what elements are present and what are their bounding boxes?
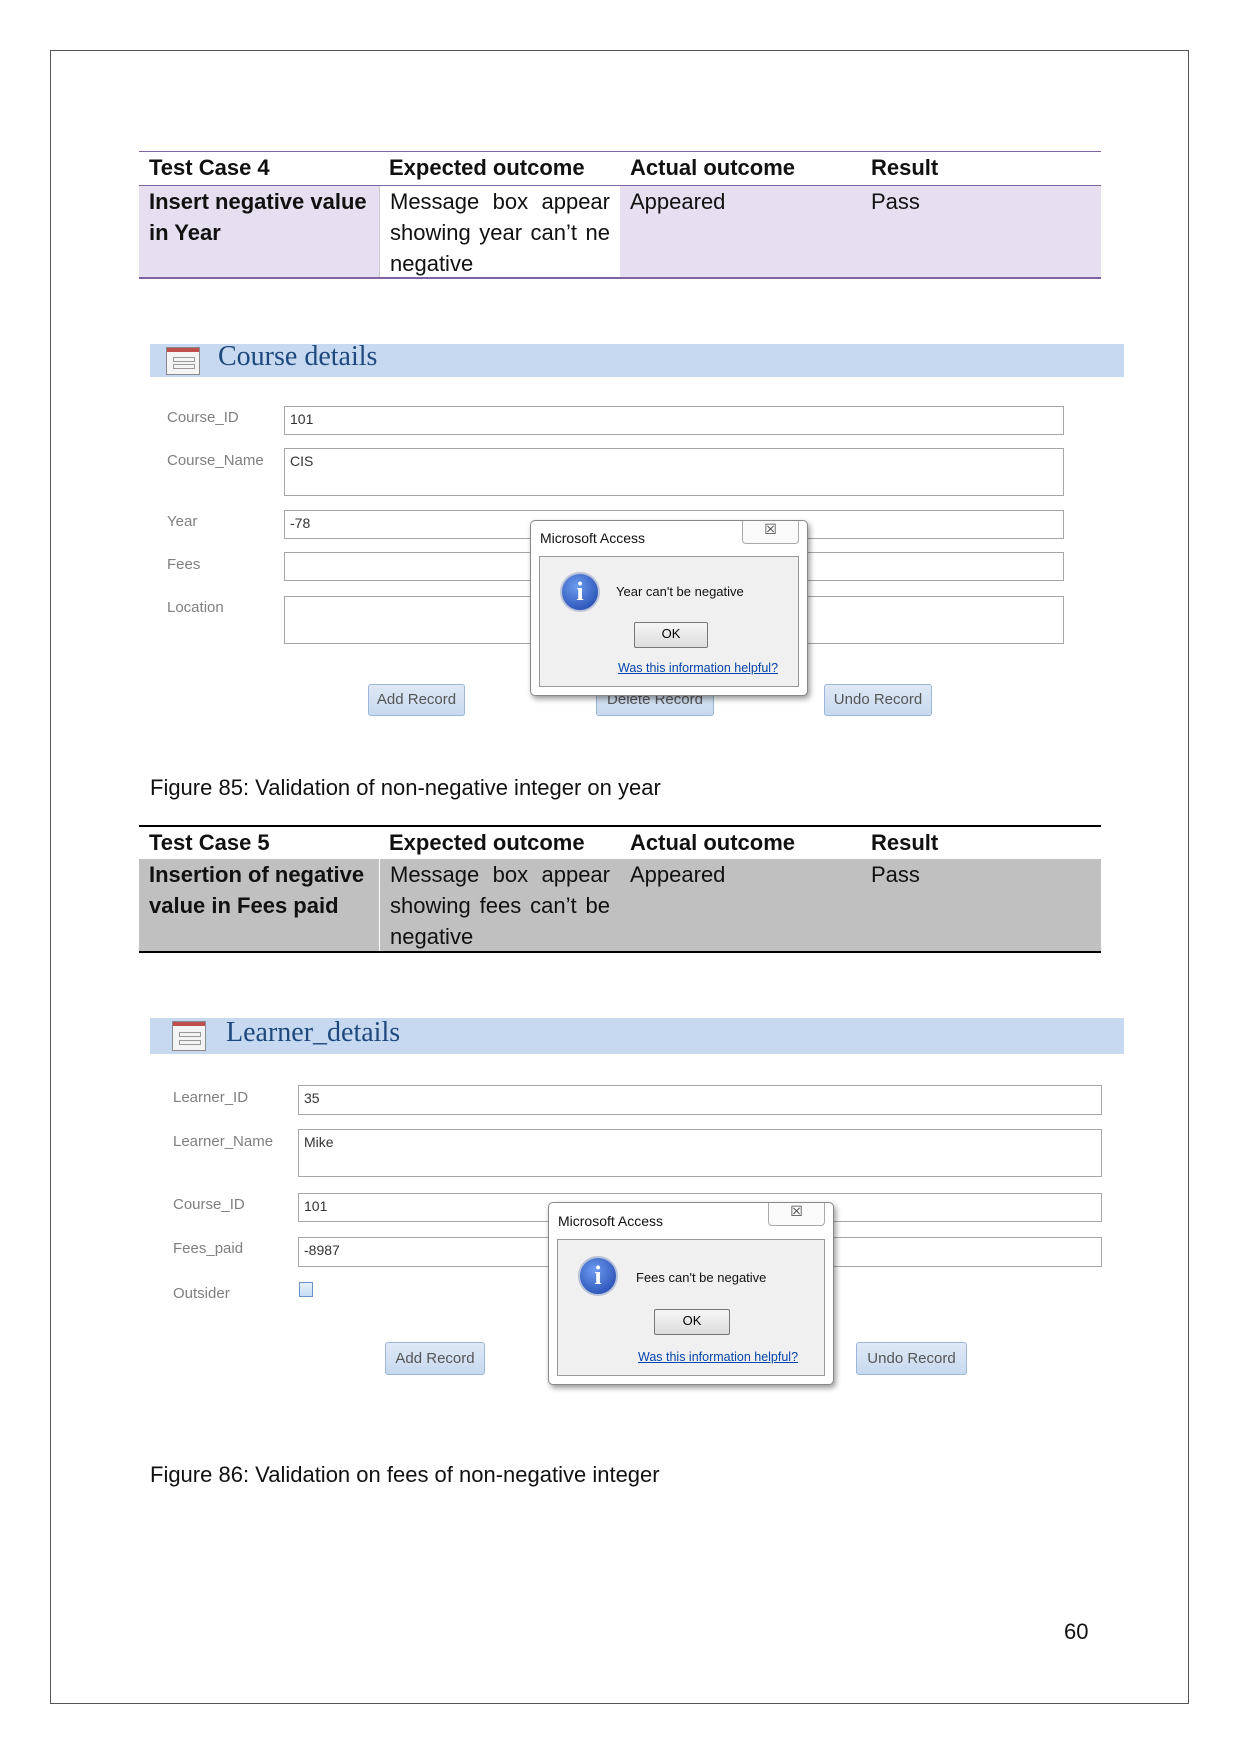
undo-record-button[interactable]: Undo Record [856,1342,967,1375]
cell: Insertion of negative value in Fees paid [149,862,365,918]
course-id-input[interactable]: 101 [284,406,1064,435]
learner-name-input[interactable]: Mike [298,1129,1102,1177]
learner-id-input[interactable]: 35 [298,1085,1102,1115]
course-name-input[interactable]: CIS [284,448,1064,496]
form-icon [166,347,200,375]
cell: Insert negative value in Year [149,189,367,245]
header-cell: Test Case 5 [149,830,270,855]
form-title: Course details [218,341,378,372]
header-cell: Actual outcome [630,155,796,180]
add-record-button[interactable]: Add Record [368,684,465,716]
form-icon [172,1021,206,1051]
cell: Appeared [630,189,726,214]
ok-button[interactable]: OK [654,1309,730,1335]
help-link[interactable]: Was this information helpful? [638,1350,798,1364]
header-cell: Expected outcome [389,155,585,180]
header-cell: Expected outcome [389,830,585,855]
header-cell: Actual outcome [630,830,796,855]
figure-caption: Figure 86: Validation on fees of non-neg… [150,1462,660,1487]
outsider-checkbox[interactable] [299,1282,313,1297]
add-record-button[interactable]: Add Record [385,1342,485,1375]
info-icon: i [560,572,600,612]
field-label: Course_ID [173,1196,245,1213]
ok-button[interactable]: OK [634,622,708,648]
cell: Message box appear showing fees can’t be… [379,859,620,951]
header-cell: Result [871,155,939,180]
dialog-message: Fees can't be negative [636,1270,767,1285]
cell: Pass [871,189,920,214]
field-label: Course_Name [167,452,264,469]
dialog-body: i Year can't be negative OK Was this inf… [539,556,799,687]
dialog-title: Microsoft Access [540,530,646,546]
undo-record-button[interactable]: Undo Record [824,684,932,716]
field-label: Learner_ID [173,1089,249,1106]
table-header: Test Case 5 Expected outcome Actual outc… [139,825,1101,861]
field-label: Fees_paid [173,1240,244,1257]
cell: Appeared [630,862,726,887]
form-header: Learner_details [150,1017,1124,1054]
figure-caption: Figure 85: Validation of non-negative in… [150,775,661,800]
dialog-body: i Fees can't be negative OK Was this inf… [557,1239,825,1376]
test-case-4-table: Test Case 4 Expected outcome Actual outc… [139,151,1101,279]
table-header: Test Case 4 Expected outcome Actual outc… [139,151,1101,187]
close-button[interactable]: ☒ [768,1203,825,1226]
document-page: Test Case 4 Expected outcome Actual outc… [0,0,1241,1754]
help-link[interactable]: Was this information helpful? [618,661,778,675]
dialog-message: Year can't be negative [616,584,744,599]
field-label: Fees [167,556,201,573]
field-label: Learner_Name [173,1133,274,1150]
header-cell: Result [871,830,939,855]
test-case-5-table: Test Case 5 Expected outcome Actual outc… [139,825,1101,953]
info-icon: i [578,1256,618,1296]
field-label: Year [167,513,198,530]
header-cell: Test Case 4 [149,155,270,180]
cell: Message box appear showing year can’t ne… [379,186,620,277]
form-title: Learner_details [226,1017,401,1048]
page-number: 60 [1064,1619,1089,1644]
table-row: Insert negative value in Year Message bo… [139,186,1101,279]
message-dialog: Microsoft Access ☒ i Year can't be negat… [530,520,808,696]
field-label: Location [167,599,224,616]
field-label: Course_ID [167,409,239,426]
dialog-title: Microsoft Access [558,1213,664,1229]
form-header: Course details [150,341,1124,377]
cell: Pass [871,862,920,887]
message-dialog: Microsoft Access ☒ i Fees can't be negat… [548,1202,834,1385]
field-label: Outsider [173,1285,230,1302]
close-button[interactable]: ☒ [742,521,799,544]
table-row: Insertion of negative value in Fees paid… [139,859,1101,953]
